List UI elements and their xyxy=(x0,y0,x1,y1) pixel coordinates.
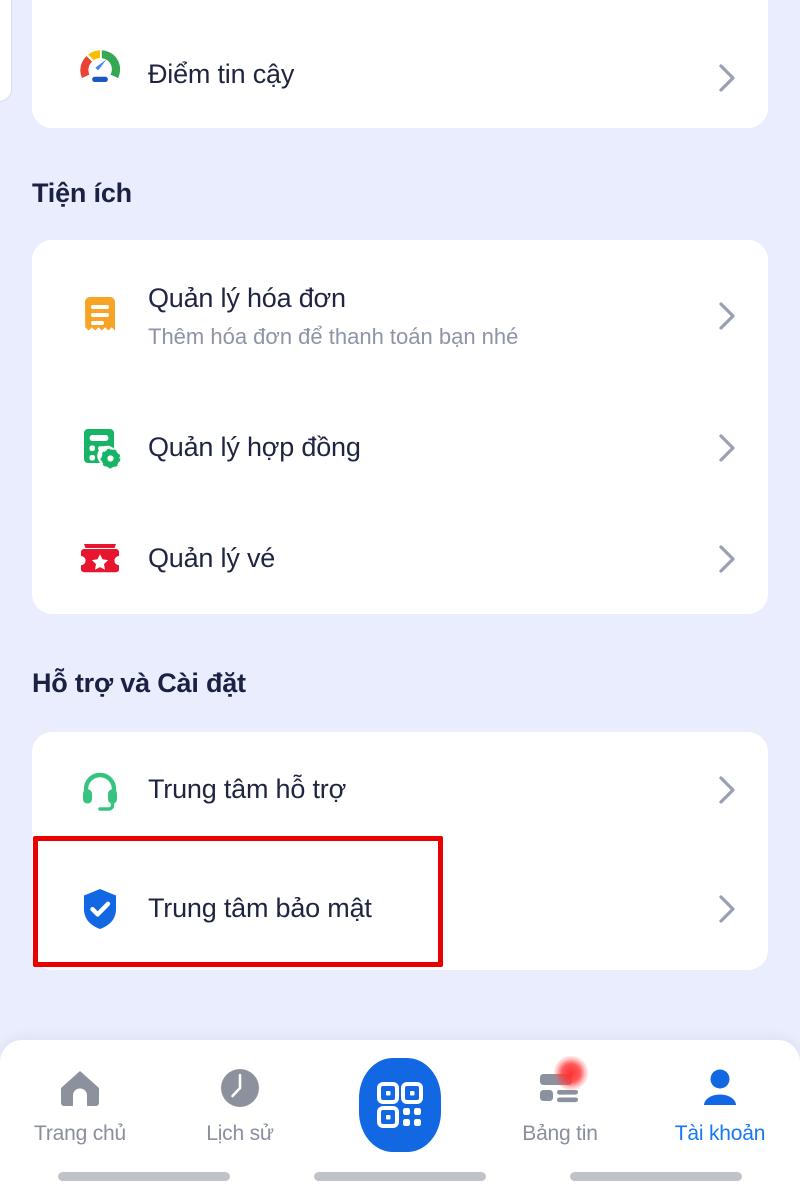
bottom-nav-items: Trang chủ Lịch sử Bảng tin Tài khoản xyxy=(0,1040,800,1166)
nav-item-news[interactable]: Bảng tin xyxy=(480,1040,640,1166)
section-heading-utilities: Tiện ích xyxy=(32,178,132,208)
list-item-contract-management[interactable]: Quản lý hợp đồng xyxy=(32,392,768,504)
home-icon xyxy=(56,1062,104,1114)
notification-badge xyxy=(554,1056,588,1090)
list-item-label: Trung tâm bảo mật xyxy=(148,893,372,924)
support-card: Trung tâm hỗ trợ Trung tâm bảo mật xyxy=(32,732,768,970)
section-heading-support: Hỗ trợ và Cài đặt xyxy=(32,668,246,698)
news-feed-icon xyxy=(536,1056,588,1114)
chevron-right-icon[interactable] xyxy=(714,302,742,330)
row-text-group: Trung tâm hỗ trợ xyxy=(148,773,714,807)
list-item-label: Trung tâm hỗ trợ xyxy=(148,774,347,805)
contract-icon xyxy=(72,424,128,472)
trust-score-card: Điểm tin cậy xyxy=(32,0,768,128)
list-item-trust-score[interactable]: Điểm tin cậy xyxy=(32,0,768,128)
row-text-group: Điểm tin cậy xyxy=(148,58,714,92)
app-screen: Điểm tin cậy Tiện ích Quản lý hóa đơn Th… xyxy=(0,0,800,1200)
home-bar-center xyxy=(314,1172,486,1181)
qr-scan-button[interactable] xyxy=(359,1058,441,1152)
list-item-label: Điểm tin cậy xyxy=(148,59,295,90)
nav-item-account[interactable]: Tài khoản xyxy=(640,1040,800,1166)
system-home-indicator xyxy=(0,1172,800,1181)
list-item-support-center[interactable]: Trung tâm hỗ trợ xyxy=(32,732,768,848)
list-item-label: Quản lý vé xyxy=(148,543,276,574)
row-text-group: Trung tâm bảo mật xyxy=(148,892,714,926)
row-text-group: Quản lý hóa đơn Thêm hóa đơn để thanh to… xyxy=(148,282,714,350)
chevron-right-icon[interactable] xyxy=(714,64,742,92)
nav-label-news: Bảng tin xyxy=(522,1122,598,1145)
nav-label-home: Trang chủ xyxy=(34,1122,126,1145)
list-item-ticket-management[interactable]: Quản lý vé xyxy=(32,504,768,614)
chevron-right-icon[interactable] xyxy=(714,545,742,573)
nav-label-account: Tài khoản xyxy=(674,1122,766,1145)
scroll-content[interactable]: Điểm tin cậy Tiện ích Quản lý hóa đơn Th… xyxy=(0,0,800,1040)
list-item-subtitle: Thêm hóa đơn để thanh toán bạn nhé xyxy=(148,323,519,349)
qr-scan-icon xyxy=(377,1082,423,1128)
trust-gauge-icon xyxy=(72,40,128,92)
chevron-right-icon[interactable] xyxy=(714,434,742,462)
chevron-right-icon[interactable] xyxy=(714,776,742,804)
row-text-group: Quản lý vé xyxy=(148,542,714,576)
row-text-group: Quản lý hợp đồng xyxy=(148,431,714,465)
list-item-security-center[interactable]: Trung tâm bảo mật xyxy=(32,848,768,970)
headset-icon xyxy=(72,766,128,814)
list-item-label: Quản lý hóa đơn xyxy=(148,282,346,313)
home-bar-left xyxy=(58,1172,230,1181)
ticket-icon xyxy=(72,535,128,583)
list-item-label: Quản lý hợp đồng xyxy=(148,432,361,463)
clock-history-icon xyxy=(217,1062,263,1114)
nav-item-home[interactable]: Trang chủ xyxy=(0,1040,160,1166)
shield-check-icon xyxy=(72,885,128,933)
invoice-icon xyxy=(72,292,128,340)
nav-item-qr-scan[interactable] xyxy=(320,1040,480,1166)
home-bar-right xyxy=(570,1172,742,1181)
nav-item-history[interactable]: Lịch sử xyxy=(160,1040,320,1166)
nav-label-history: Lịch sử xyxy=(206,1122,274,1145)
chevron-right-icon[interactable] xyxy=(714,895,742,923)
list-item-invoice-management[interactable]: Quản lý hóa đơn Thêm hóa đơn để thanh to… xyxy=(32,240,768,392)
utilities-card: Quản lý hóa đơn Thêm hóa đơn để thanh to… xyxy=(32,240,768,614)
account-person-icon xyxy=(698,1062,742,1114)
